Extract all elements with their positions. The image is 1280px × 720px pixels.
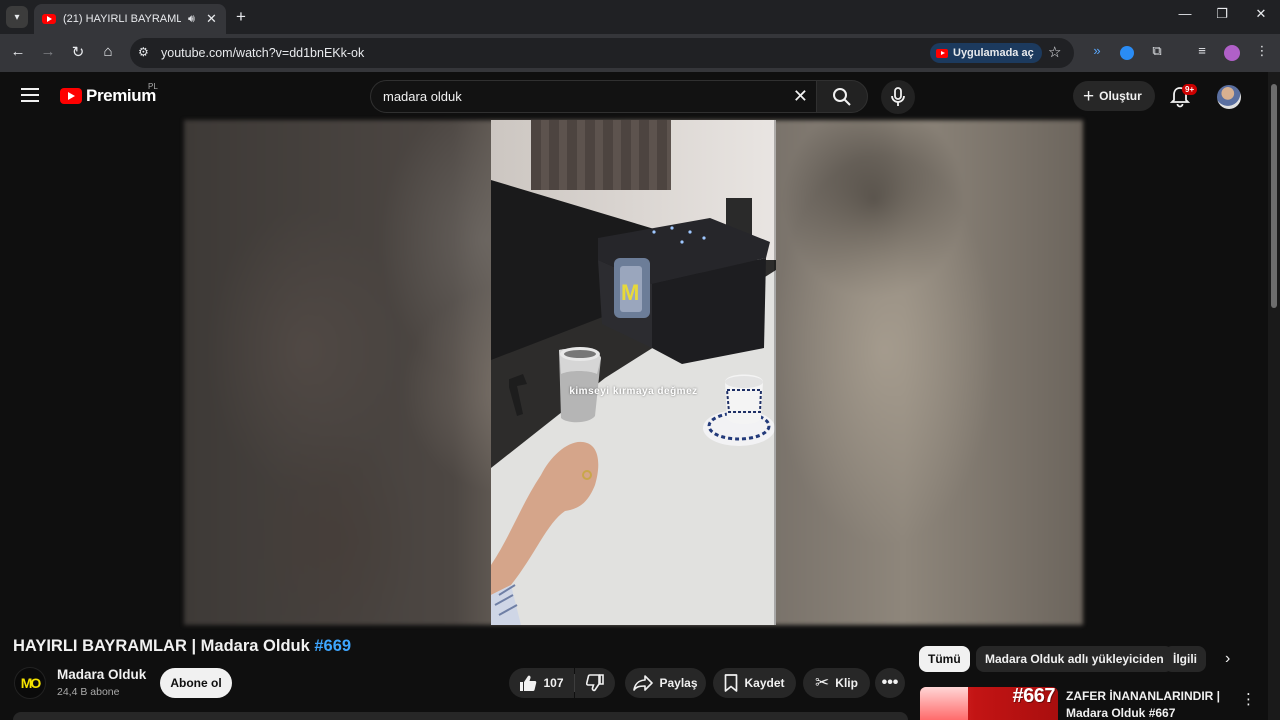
plus-icon: + (1083, 85, 1095, 107)
coffee-pot-image (509, 347, 601, 423)
clip-label: Klip (835, 676, 858, 690)
channel-avatar[interactable]: MO (14, 667, 46, 699)
chip-all[interactable]: Tümü (919, 646, 970, 672)
minimize-icon[interactable]: — (1175, 6, 1195, 21)
address-bar[interactable]: ⚙ youtube.com/watch?v=dd1bnEKk-ok Uygula… (130, 38, 1074, 68)
user-avatar[interactable] (1217, 85, 1241, 109)
tab-close-icon[interactable]: ✕ (206, 11, 217, 27)
back-icon[interactable]: ← (8, 43, 28, 60)
voice-search-button[interactable] (881, 80, 915, 114)
scene-curtain (531, 120, 671, 190)
forward-icon[interactable]: → (38, 43, 58, 60)
thumbnail-number: #667 (1012, 687, 1056, 707)
search-button[interactable] (816, 80, 868, 113)
channel-name[interactable]: Madara Olduk (57, 667, 146, 682)
extension-wave-icon[interactable]: » (1087, 43, 1107, 58)
tab-search-icon[interactable]: ▾ (6, 6, 28, 28)
share-icon (633, 675, 654, 691)
video-frame[interactable]: M kimseyi kırmaya değmez (491, 120, 776, 625)
share-button[interactable]: Paylaş (625, 668, 706, 698)
video-title: HAYIRLI BAYRAMLAR | Madara Olduk #669 (13, 637, 351, 656)
svg-text:M: M (621, 280, 639, 305)
video-caption: kimseyi kırmaya değmez (569, 386, 698, 397)
youtube-logo-icon (60, 88, 82, 104)
dislike-button[interactable] (575, 668, 615, 698)
recommendation-thumbnail[interactable]: #667 (920, 687, 1058, 720)
video-hashtag[interactable]: #669 (314, 637, 351, 655)
thumbs-up-icon (520, 675, 537, 691)
active-tab[interactable]: (21) HAYIRLI BAYRAMLAR | Ma 🔊︎ ✕ (34, 4, 226, 34)
chevron-right-icon[interactable]: › (1225, 650, 1230, 668)
youtube-logo[interactable]: Premium (60, 86, 156, 106)
page-scrollbar[interactable] (1268, 72, 1280, 720)
recommendation-title-line2[interactable]: Madara Olduk #667 (1066, 706, 1175, 720)
new-tab-icon[interactable]: + (236, 7, 246, 27)
coffee-machine-image: M (598, 198, 770, 364)
profile-icon[interactable] (1224, 45, 1240, 61)
search-field[interactable]: madara olduk ✕ (370, 80, 816, 113)
reload-icon[interactable]: ↻ (68, 43, 88, 61)
create-button[interactable]: + Oluştur (1073, 81, 1155, 111)
youtube-header: Premium PL madara olduk ✕ + Oluştur 9+ (0, 72, 1268, 120)
tab-title: (21) HAYIRLI BAYRAMLAR | Ma (63, 13, 181, 25)
extensions-puzzle-icon[interactable]: ⧉ (1147, 43, 1167, 59)
create-label: Oluştur (1099, 89, 1142, 103)
search-icon (833, 88, 851, 106)
chip-uploader[interactable]: Madara Olduk adlı yükleyiciden (976, 646, 1173, 672)
url-text[interactable]: youtube.com/watch?v=dd1bnEKk-ok (161, 46, 364, 60)
scissors-icon: ✂ (815, 673, 830, 692)
clip-button[interactable]: ✂ Klip (803, 668, 870, 698)
restore-icon[interactable]: ❐ (1212, 6, 1232, 22)
video-title-text: HAYIRLI BAYRAMLAR | Madara Olduk (13, 637, 315, 655)
scrollbar-thumb[interactable] (1271, 84, 1277, 308)
recommendation-title-line1[interactable]: ZAFER İNANANLARINDIR | (1066, 689, 1220, 703)
media-control-icon[interactable]: ≡ (1192, 43, 1212, 58)
site-info-icon[interactable]: ⚙ (138, 45, 149, 59)
frame-edge (774, 120, 776, 625)
recommendation-menu-icon[interactable]: ⋮ (1241, 690, 1256, 708)
video-player[interactable]: M kimseyi kırmaya değmez (0, 120, 1268, 625)
description-panel[interactable] (13, 712, 908, 720)
thumbs-down-icon (586, 674, 604, 692)
hand-image (491, 441, 599, 625)
youtube-icon (936, 48, 948, 58)
notification-badge: 9+ (1182, 84, 1198, 95)
like-count: 107 (543, 676, 564, 690)
like-button[interactable]: 107 (509, 668, 574, 698)
share-label: Paylaş (659, 676, 698, 690)
bookmark-icon (725, 674, 738, 692)
chip-related[interactable]: İlgili (1164, 646, 1206, 672)
chrome-menu-icon[interactable]: ⋮ (1252, 43, 1272, 59)
country-code: PL (148, 82, 158, 91)
window-close-icon[interactable]: ✕ (1251, 6, 1271, 22)
search-input[interactable]: madara olduk (383, 89, 462, 104)
open-in-app-button[interactable]: Uygulamada aç (930, 43, 1042, 63)
subscribe-button[interactable]: Abone ol (160, 668, 232, 698)
logo-text: Premium (86, 86, 156, 105)
subscriber-count: 24,4 B abone (57, 686, 120, 698)
microphone-icon (891, 87, 905, 106)
browser-tab-strip: ▾ (21) HAYIRLI BAYRAMLAR | Ma 🔊︎ ✕ + — ❐… (0, 0, 1280, 34)
home-icon[interactable]: ⌂ (98, 43, 118, 60)
speaker-icon[interactable]: 🔊︎ (188, 13, 195, 26)
shazam-extension-icon[interactable] (1120, 46, 1134, 60)
menu-icon[interactable] (21, 88, 39, 102)
thumbnail-highlight (920, 687, 968, 720)
clear-search-icon[interactable]: ✕ (793, 86, 808, 107)
bookmark-star-icon[interactable]: ☆ (1048, 43, 1061, 61)
youtube-favicon-icon (42, 14, 56, 24)
save-button[interactable]: Kaydet (713, 668, 796, 698)
save-label: Kaydet (744, 676, 785, 690)
open-in-app-label: Uygulamada aç (953, 47, 1034, 59)
browser-toolbar: ← → ↻ ⌂ ⚙ youtube.com/watch?v=dd1bnEKk-o… (0, 34, 1280, 72)
coffee-cup-image (703, 374, 775, 446)
more-actions-icon[interactable]: ••• (875, 668, 905, 698)
